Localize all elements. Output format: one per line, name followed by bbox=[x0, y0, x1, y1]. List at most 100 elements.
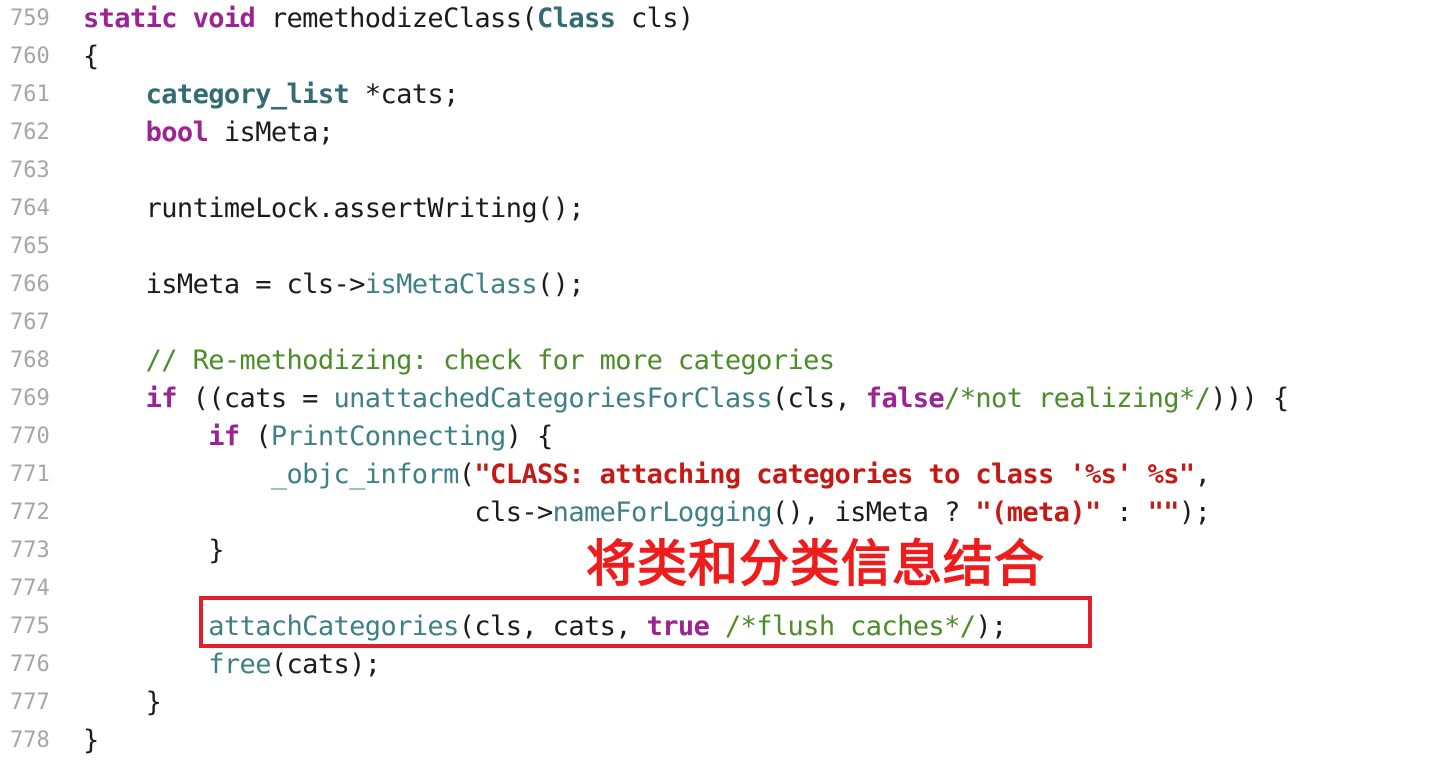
code-token: category_list bbox=[145, 79, 350, 110]
code-token: ( bbox=[239, 421, 271, 452]
code-text: } bbox=[83, 722, 99, 760]
code-token: // Re-methodizing: check for more catego… bbox=[145, 345, 835, 376]
line-number: 760 bbox=[10, 44, 50, 69]
code-line: 770 if (PrintConnecting) { bbox=[0, 418, 1434, 456]
code-line: 764 runtimeLock.assertWriting(); bbox=[0, 190, 1434, 228]
line-number: 768 bbox=[10, 348, 50, 373]
line-number: 772 bbox=[10, 500, 50, 525]
code-token: false bbox=[865, 383, 945, 414]
code-token: "(meta)" bbox=[975, 497, 1101, 528]
code-token: free bbox=[208, 649, 271, 680]
line-number: 763 bbox=[10, 158, 50, 183]
code-text: static void remethodizeClass(Class cls) bbox=[83, 0, 694, 38]
code-text: } bbox=[83, 532, 224, 570]
code-token: ) { bbox=[505, 421, 554, 452]
line-number: 773 bbox=[10, 538, 50, 563]
line-number: 769 bbox=[10, 386, 50, 411]
line-number: 770 bbox=[10, 424, 50, 449]
code-token: (), isMeta ? bbox=[771, 497, 976, 528]
code-token: } bbox=[83, 535, 224, 566]
code-text: if ((cats = unattachedCategoriesForClass… bbox=[83, 380, 1289, 418]
code-token: if bbox=[145, 383, 178, 414]
code-line: 763 bbox=[0, 152, 1434, 190]
code-token: unattachedCategoriesForClass bbox=[333, 383, 773, 414]
code-line: 761 category_list *cats; bbox=[0, 76, 1434, 114]
code-text: runtimeLock.assertWriting(); bbox=[83, 190, 585, 228]
code-token: /*not realizing*/ bbox=[944, 383, 1211, 414]
line-number: 775 bbox=[10, 614, 50, 639]
code-token: isMetaClass bbox=[364, 269, 538, 300]
code-token: isMeta; bbox=[208, 117, 334, 148]
code-token: "CLASS: attaching categories to class '%… bbox=[474, 459, 1195, 490]
code-token: (); bbox=[537, 269, 585, 300]
code-token: PrintConnecting bbox=[270, 421, 506, 452]
code-token: ( bbox=[458, 459, 475, 490]
line-number: 759 bbox=[10, 6, 50, 31]
code-token: (cls, bbox=[771, 383, 866, 414]
code-text: if (PrintConnecting) { bbox=[83, 418, 553, 456]
code-text: isMeta = cls->isMetaClass(); bbox=[83, 266, 585, 304]
line-number: 776 bbox=[10, 652, 50, 677]
code-line: 768 // Re-methodizing: check for more ca… bbox=[0, 342, 1434, 380]
code-text: free(cats); bbox=[83, 646, 381, 684]
code-text: { bbox=[83, 38, 99, 76]
code-token: , bbox=[1194, 459, 1211, 490]
code-token: ); bbox=[1178, 497, 1211, 528]
line-number: 761 bbox=[10, 82, 50, 107]
code-token: if bbox=[208, 421, 240, 452]
code-token: runtimeLock.assertWriting(); bbox=[83, 193, 585, 224]
code-token: ((cats = bbox=[176, 383, 334, 414]
highlight-box bbox=[199, 596, 1092, 648]
line-number: 767 bbox=[10, 310, 50, 335]
code-text: // Re-methodizing: check for more catego… bbox=[83, 342, 835, 380]
code-text: bool isMeta; bbox=[83, 114, 334, 152]
code-line: 765 bbox=[0, 228, 1434, 266]
code-text: cls->nameForLogging(), isMeta ? "(meta)"… bbox=[83, 494, 1210, 532]
code-text: _objc_inform("CLASS: attaching categorie… bbox=[83, 456, 1211, 494]
line-number: 774 bbox=[10, 576, 50, 601]
code-token: isMeta = cls-> bbox=[83, 269, 366, 300]
code-token: remethodizeClass( bbox=[255, 3, 538, 34]
line-number: 766 bbox=[10, 272, 50, 297]
code-token: } bbox=[83, 687, 162, 718]
code-token: : bbox=[1100, 497, 1148, 528]
code-line: 776 free(cats); bbox=[0, 646, 1434, 684]
code-token: bool bbox=[145, 117, 209, 148]
code-token: "" bbox=[1147, 497, 1180, 528]
code-token: } bbox=[83, 725, 99, 756]
code-token: static bbox=[83, 3, 178, 34]
code-line: 769 if ((cats = unattachedCategoriesForC… bbox=[0, 380, 1434, 418]
code-token: Class bbox=[537, 3, 616, 34]
code-editor: 759 static void remethodizeClass(Class cl… bbox=[0, 0, 1434, 764]
line-number: 778 bbox=[10, 728, 50, 753]
line-number: 764 bbox=[10, 196, 50, 221]
code-line: 762 bool isMeta; bbox=[0, 114, 1434, 152]
code-text: } bbox=[83, 684, 162, 722]
code-token: { bbox=[83, 41, 99, 72]
code-line: 778} bbox=[0, 722, 1434, 760]
line-number: 771 bbox=[10, 462, 50, 487]
code-token: _objc_inform bbox=[270, 459, 459, 490]
code-token: (cats); bbox=[270, 649, 381, 680]
code-line: 759 static void remethodizeClass(Class cl… bbox=[0, 0, 1434, 38]
code-token: *cats; bbox=[349, 79, 460, 110]
code-line: 760 { bbox=[0, 38, 1434, 76]
line-number: 765 bbox=[10, 234, 50, 259]
line-number: 777 bbox=[10, 690, 50, 715]
code-line: 767 bbox=[0, 304, 1434, 342]
line-number: 762 bbox=[10, 120, 50, 145]
annotation-label: 将类和分类信息结合 bbox=[586, 535, 1045, 593]
code-line: 766 isMeta = cls->isMetaClass(); bbox=[0, 266, 1434, 304]
code-line: 772 cls->nameForLogging(), isMeta ? "(me… bbox=[0, 494, 1434, 532]
code-token: nameForLogging bbox=[552, 497, 773, 528]
code-token: cls) bbox=[615, 3, 694, 34]
code-token: void bbox=[192, 3, 256, 34]
code-text: category_list *cats; bbox=[83, 76, 460, 114]
